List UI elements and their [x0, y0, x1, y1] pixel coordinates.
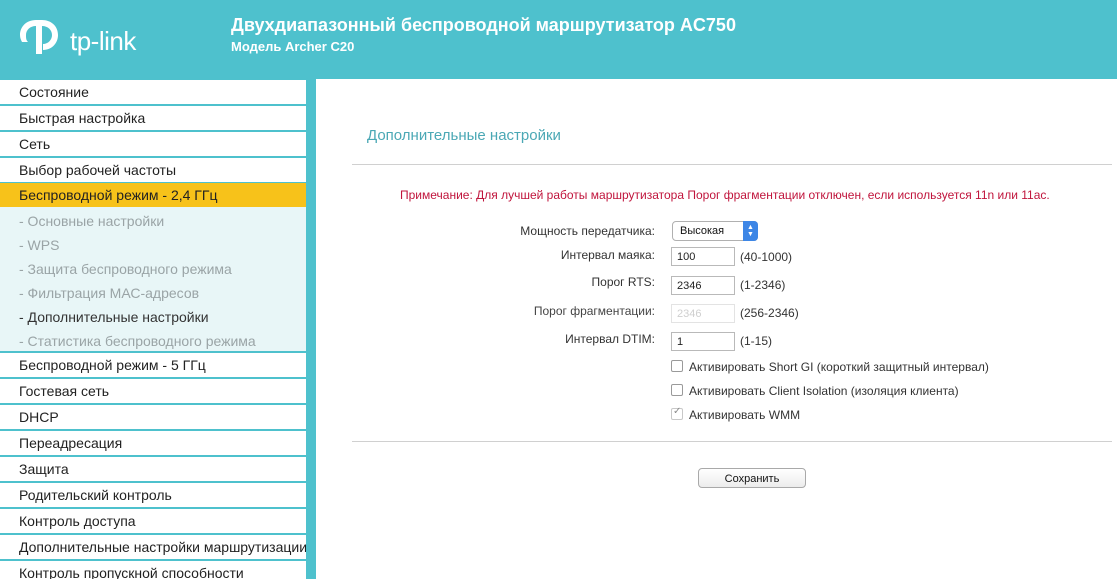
sidebar-item-dhcp[interactable]: DHCP	[0, 405, 306, 429]
sidebar-item-status[interactable]: Состояние	[0, 80, 306, 104]
submenu-wps[interactable]: - WPS	[0, 233, 306, 257]
sidebar-item-bandwidth-control[interactable]: Контроль пропускной способности	[0, 561, 306, 579]
logo-text: tp-link	[70, 26, 136, 56]
sidebar-item-network[interactable]: Сеть	[0, 132, 306, 156]
tx-power-select[interactable]: Высокая ▲ ▼	[672, 221, 758, 241]
beacon-interval-input[interactable]	[671, 247, 735, 266]
note-text: Примечание: Для лучшей работы маршрутиза…	[400, 188, 1050, 202]
wireless-24-submenu: - Основные настройки - WPS - Защита бесп…	[0, 207, 306, 351]
sidebar-item-access-control[interactable]: Контроль доступа	[0, 509, 306, 533]
sidebar-item-quick-setup[interactable]: Быстрая настройка	[0, 106, 306, 130]
sidebar-item-advanced-routing[interactable]: Дополнительные настройки маршрутизации	[0, 535, 306, 559]
tp-link-logo: tp-link	[18, 14, 158, 64]
dtim-range: (1-15)	[740, 334, 773, 348]
save-button[interactable]: Сохранить	[698, 468, 806, 488]
dtim-interval-input[interactable]	[671, 332, 735, 351]
sidebar-item-parental-control[interactable]: Родительский контроль	[0, 483, 306, 507]
sidebar-item-forwarding[interactable]: Переадресация	[0, 431, 306, 455]
sidebar-item-guest-network[interactable]: Гостевая сеть	[0, 379, 306, 403]
rts-threshold-input[interactable]	[671, 276, 735, 295]
beacon-range: (40-1000)	[740, 250, 793, 264]
dtim-label: Интервал DTIM:	[565, 332, 655, 346]
tx-power-label: Мощность передатчика:	[520, 224, 655, 238]
wmm-label: Активировать WMM	[689, 408, 801, 422]
submenu-wireless-security[interactable]: - Защита беспроводного режима	[0, 257, 306, 281]
submenu-advanced-settings[interactable]: - Дополнительные настройки	[0, 305, 306, 329]
tp-link-logo-icon	[20, 20, 58, 54]
submenu-mac-filtering[interactable]: - Фильтрация МАС-адресов	[0, 281, 306, 305]
sidebar-divider	[306, 79, 316, 579]
frag-threshold-input	[671, 304, 735, 323]
short-gi-checkbox[interactable]	[671, 360, 683, 372]
wmm-row: Активировать WMM	[671, 406, 801, 422]
sidebar: Состояние Быстрая настройка Сеть Выбор р…	[0, 79, 306, 579]
divider-bottom	[352, 441, 1112, 442]
tx-power-value: Высокая	[680, 225, 725, 237]
sidebar-item-wireless-5[interactable]: Беспроводной режим - 5 ГГц	[0, 353, 306, 377]
model-subtitle: Модель Archer C20	[231, 39, 355, 54]
submenu-wireless-statistics[interactable]: - Статистика беспроводного режима	[0, 329, 306, 353]
frag-range: (256-2346)	[740, 306, 799, 320]
rts-range: (1-2346)	[740, 278, 786, 292]
divider-top	[352, 164, 1112, 165]
wmm-checkbox	[671, 406, 683, 420]
select-arrows-icon: ▲ ▼	[743, 221, 758, 241]
rts-label: Порог RTS:	[591, 275, 655, 289]
client-isolation-checkbox[interactable]	[671, 384, 683, 396]
submenu-basic-settings[interactable]: - Основные настройки	[0, 209, 306, 233]
short-gi-row[interactable]: Активировать Short GI (короткий защитный…	[671, 360, 989, 374]
sidebar-item-band-selection[interactable]: Выбор рабочей частоты	[0, 158, 306, 182]
page-title: Двухдиапазонный беспроводной маршрутизат…	[231, 15, 736, 35]
sidebar-item-wireless-24[interactable]: Беспроводной режим - 2,4 ГГц	[0, 183, 306, 207]
frag-label: Порог фрагментации:	[533, 304, 655, 318]
section-title: Дополнительные настройки	[367, 127, 561, 144]
sidebar-item-security[interactable]: Защита	[0, 457, 306, 481]
main-content: Дополнительные настройки Примечание: Для…	[316, 79, 1117, 579]
short-gi-label: Активировать Short GI (короткий защитный…	[689, 360, 989, 374]
client-isolation-row[interactable]: Активировать Client Isolation (изоляция …	[671, 384, 959, 398]
beacon-label: Интервал маяка:	[560, 248, 655, 262]
client-isolation-label: Активировать Client Isolation (изоляция …	[689, 384, 959, 398]
header: tp-link Двухдиапазонный беспроводной мар…	[0, 0, 1117, 79]
